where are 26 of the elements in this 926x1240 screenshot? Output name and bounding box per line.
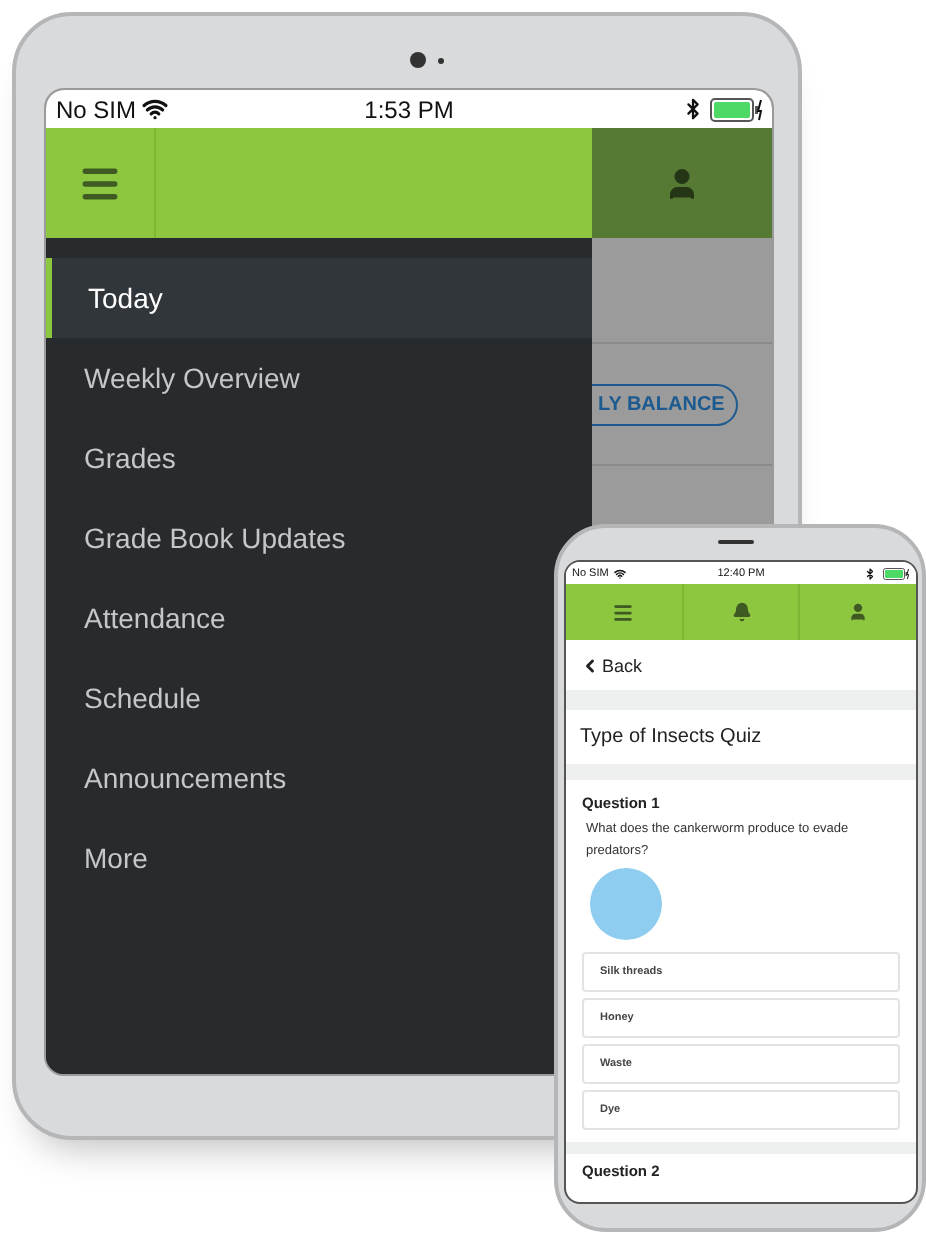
drawer-item[interactable]: Grades [46, 418, 184, 498]
drawer-item[interactable]: Today [46, 258, 592, 338]
sensor-icon [438, 58, 444, 64]
drawer-item[interactable]: Attendance [46, 578, 234, 658]
bell-icon[interactable] [731, 602, 751, 622]
bluetooth-icon [682, 98, 705, 120]
user-icon[interactable] [664, 165, 700, 201]
status-time: 1:53 PM [364, 95, 454, 123]
photo-placeholder [590, 868, 662, 941]
user-icon[interactable] [848, 602, 869, 622]
wifi-icon [614, 567, 627, 579]
chevron-left-icon [580, 655, 600, 675]
drawer-item[interactable]: Weekly Overview [46, 338, 308, 418]
back-link[interactable]: Back [580, 655, 643, 675]
quiz-title: Type of Insects Quiz [580, 726, 762, 748]
camera-icon [410, 52, 426, 68]
battery-icon [882, 567, 911, 579]
battery-icon [710, 97, 763, 121]
bluetooth-icon [864, 567, 877, 579]
drawer-item[interactable]: More [46, 818, 156, 898]
drawer-item[interactable]: Schedule [46, 658, 209, 738]
drawer-item[interactable]: Grade Book Updates [46, 498, 354, 578]
drawer-item[interactable]: Announcements [46, 738, 295, 818]
menu-icon[interactable] [612, 601, 635, 623]
wifi-icon [142, 96, 169, 122]
carrier-label: No SIM [56, 95, 137, 123]
